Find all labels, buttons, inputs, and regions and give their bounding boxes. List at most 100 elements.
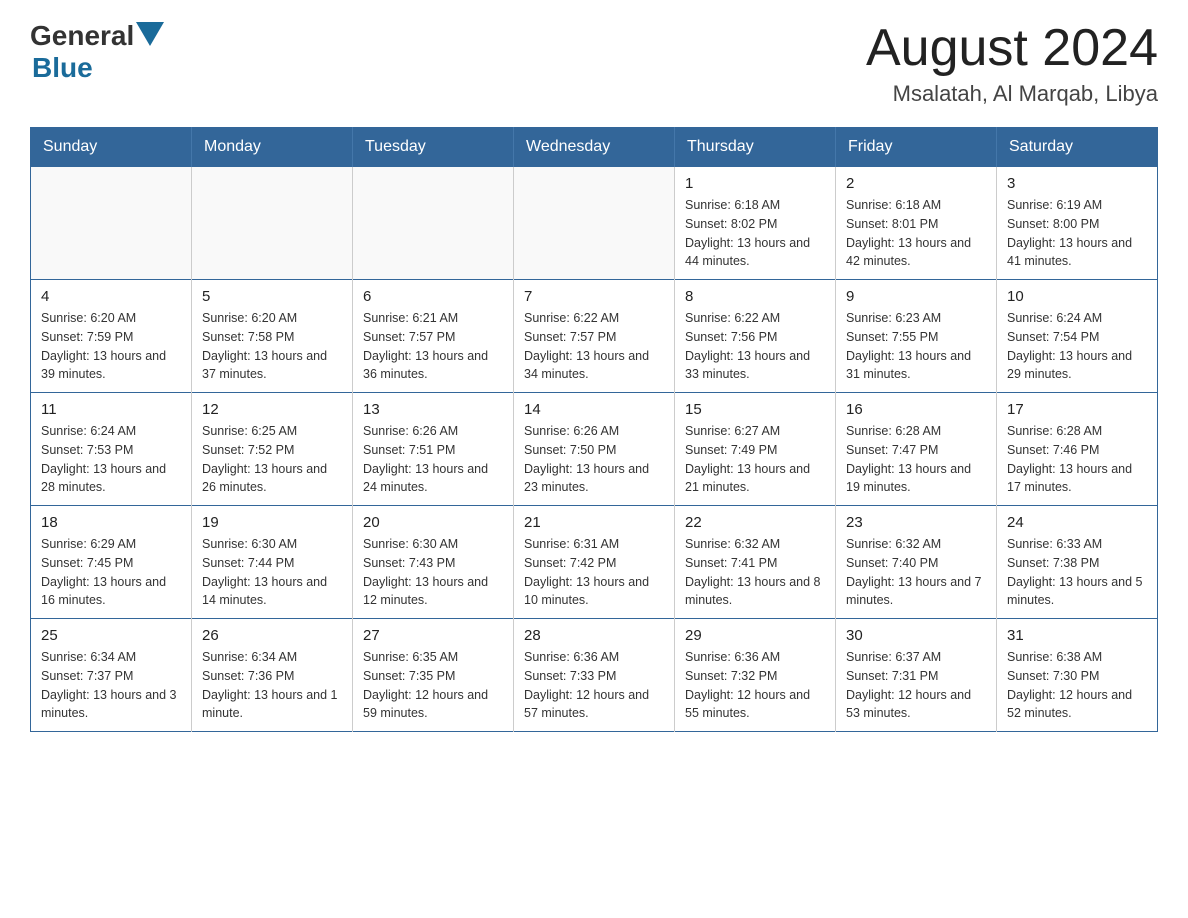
calendar-cell: 17 Sunrise: 6:28 AMSunset: 7:46 PMDayligh… (997, 393, 1158, 506)
day-number: 19 (202, 514, 342, 531)
calendar-cell: 10Sunrise: 6:24 AMSunset: 7:54 PMDayligh… (997, 280, 1158, 393)
calendar-week-row: 25 Sunrise: 6:34 AMSunset: 7:37 PMDayligh… (31, 619, 1158, 732)
calendar-cell: 6 Sunrise: 6:21 AMSunset: 7:57 PMDaylight… (353, 280, 514, 393)
logo: General Blue (30, 20, 164, 84)
day-number: 9 (846, 288, 986, 305)
day-number: 20 (363, 514, 503, 531)
logo-general-text: General (30, 20, 134, 52)
day-number: 2 (846, 175, 986, 192)
day-info: Sunrise: 6:28 AMSunset: 7:46 PMDaylight:… (1007, 422, 1147, 497)
calendar-cell: 1 Sunrise: 6:18 AMSunset: 8:02 PMDaylight… (675, 167, 836, 280)
calendar-cell: 24 Sunrise: 6:33 AMSunset: 7:38 PMDayligh… (997, 506, 1158, 619)
day-number: 1 (685, 175, 825, 192)
day-number: 22 (685, 514, 825, 531)
day-number: 18 (41, 514, 181, 531)
calendar-cell (514, 167, 675, 280)
day-info: Sunrise: 6:30 AMSunset: 7:43 PMDaylight:… (363, 535, 503, 610)
day-number: 6 (363, 288, 503, 305)
day-info: Sunrise: 6:36 AMSunset: 7:33 PMDaylight:… (524, 648, 664, 723)
day-number: 29 (685, 627, 825, 644)
day-info: Sunrise: 6:33 AMSunset: 7:38 PMDaylight:… (1007, 535, 1147, 610)
day-number: 12 (202, 401, 342, 418)
day-info: Sunrise: 6:26 AMSunset: 7:50 PMDaylight:… (524, 422, 664, 497)
day-info: Sunrise: 6:35 AMSunset: 7:35 PMDaylight:… (363, 648, 503, 723)
day-number: 8 (685, 288, 825, 305)
header-friday: Friday (836, 128, 997, 167)
calendar-cell: 7 Sunrise: 6:22 AMSunset: 7:57 PMDaylight… (514, 280, 675, 393)
calendar-cell: 20 Sunrise: 6:30 AMSunset: 7:43 PMDayligh… (353, 506, 514, 619)
calendar-cell: 16Sunrise: 6:28 AMSunset: 7:47 PMDayligh… (836, 393, 997, 506)
day-info: Sunrise: 6:30 AMSunset: 7:44 PMDaylight:… (202, 535, 342, 610)
calendar-cell: 19 Sunrise: 6:30 AMSunset: 7:44 PMDayligh… (192, 506, 353, 619)
calendar-cell: 18 Sunrise: 6:29 AMSunset: 7:45 PMDayligh… (31, 506, 192, 619)
day-info: Sunrise: 6:22 AMSunset: 7:56 PMDaylight:… (685, 309, 825, 384)
calendar-cell: 2 Sunrise: 6:18 AMSunset: 8:01 PMDaylight… (836, 167, 997, 280)
day-number: 15 (685, 401, 825, 418)
day-number: 11 (41, 401, 181, 418)
calendar-cell: 27 Sunrise: 6:35 AMSunset: 7:35 PMDayligh… (353, 619, 514, 732)
calendar-week-row: 11 Sunrise: 6:24 AMSunset: 7:53 PMDayligh… (31, 393, 1158, 506)
calendar-subtitle: Msalatah, Al Marqab, Libya (866, 81, 1158, 107)
day-number: 3 (1007, 175, 1147, 192)
calendar-cell: 28Sunrise: 6:36 AMSunset: 7:33 PMDayligh… (514, 619, 675, 732)
calendar-cell: 11 Sunrise: 6:24 AMSunset: 7:53 PMDayligh… (31, 393, 192, 506)
day-number: 23 (846, 514, 986, 531)
calendar-cell: 25 Sunrise: 6:34 AMSunset: 7:37 PMDayligh… (31, 619, 192, 732)
day-info: Sunrise: 6:37 AMSunset: 7:31 PMDaylight:… (846, 648, 986, 723)
title-area: August 2024 Msalatah, Al Marqab, Libya (866, 20, 1158, 107)
day-number: 10 (1007, 288, 1147, 305)
day-number: 21 (524, 514, 664, 531)
day-info: Sunrise: 6:28 AMSunset: 7:47 PMDaylight:… (846, 422, 986, 497)
day-number: 31 (1007, 627, 1147, 644)
day-number: 14 (524, 401, 664, 418)
day-number: 27 (363, 627, 503, 644)
day-info: Sunrise: 6:32 AMSunset: 7:41 PMDaylight:… (685, 535, 825, 610)
calendar-cell: 22 Sunrise: 6:32 AMSunset: 7:41 PMDayligh… (675, 506, 836, 619)
calendar-cell: 4Sunrise: 6:20 AMSunset: 7:59 PMDaylight… (31, 280, 192, 393)
day-info: Sunrise: 6:26 AMSunset: 7:51 PMDaylight:… (363, 422, 503, 497)
day-info: Sunrise: 6:34 AMSunset: 7:36 PMDaylight:… (202, 648, 342, 723)
calendar-cell: 12 Sunrise: 6:25 AMSunset: 7:52 PMDayligh… (192, 393, 353, 506)
day-info: Sunrise: 6:32 AMSunset: 7:40 PMDaylight:… (846, 535, 986, 610)
day-info: Sunrise: 6:29 AMSunset: 7:45 PMDaylight:… (41, 535, 181, 610)
calendar-week-row: 1 Sunrise: 6:18 AMSunset: 8:02 PMDaylight… (31, 167, 1158, 280)
calendar-cell: 31 Sunrise: 6:38 AMSunset: 7:30 PMDayligh… (997, 619, 1158, 732)
day-number: 17 (1007, 401, 1147, 418)
day-info: Sunrise: 6:24 AMSunset: 7:53 PMDaylight:… (41, 422, 181, 497)
day-info: Sunrise: 6:25 AMSunset: 7:52 PMDaylight:… (202, 422, 342, 497)
calendar-cell: 13 Sunrise: 6:26 AMSunset: 7:51 PMDayligh… (353, 393, 514, 506)
day-info: Sunrise: 6:34 AMSunset: 7:37 PMDaylight:… (41, 648, 181, 723)
day-info: Sunrise: 6:22 AMSunset: 7:57 PMDaylight:… (524, 309, 664, 384)
calendar-table: SundayMondayTuesdayWednesdayThursdayFrid… (30, 127, 1158, 732)
header-saturday: Saturday (997, 128, 1158, 167)
day-number: 30 (846, 627, 986, 644)
calendar-cell: 9 Sunrise: 6:23 AMSunset: 7:55 PMDaylight… (836, 280, 997, 393)
calendar-title: August 2024 (866, 20, 1158, 77)
calendar-cell: 3 Sunrise: 6:19 AMSunset: 8:00 PMDaylight… (997, 167, 1158, 280)
calendar-week-row: 18 Sunrise: 6:29 AMSunset: 7:45 PMDayligh… (31, 506, 1158, 619)
page-header: General Blue August 2024 Msalatah, Al Ma… (30, 20, 1158, 107)
day-number: 26 (202, 627, 342, 644)
day-info: Sunrise: 6:23 AMSunset: 7:55 PMDaylight:… (846, 309, 986, 384)
day-info: Sunrise: 6:20 AMSunset: 7:59 PMDaylight:… (41, 309, 181, 384)
day-number: 24 (1007, 514, 1147, 531)
day-info: Sunrise: 6:21 AMSunset: 7:57 PMDaylight:… (363, 309, 503, 384)
day-info: Sunrise: 6:38 AMSunset: 7:30 PMDaylight:… (1007, 648, 1147, 723)
calendar-cell: 23 Sunrise: 6:32 AMSunset: 7:40 PMDayligh… (836, 506, 997, 619)
header-sunday: Sunday (31, 128, 192, 167)
day-number: 25 (41, 627, 181, 644)
calendar-cell (192, 167, 353, 280)
day-number: 5 (202, 288, 342, 305)
day-number: 7 (524, 288, 664, 305)
calendar-cell: 21Sunrise: 6:31 AMSunset: 7:42 PMDayligh… (514, 506, 675, 619)
day-info: Sunrise: 6:18 AMSunset: 8:02 PMDaylight:… (685, 196, 825, 271)
header-tuesday: Tuesday (353, 128, 514, 167)
calendar-cell (353, 167, 514, 280)
day-info: Sunrise: 6:19 AMSunset: 8:00 PMDaylight:… (1007, 196, 1147, 271)
day-info: Sunrise: 6:27 AMSunset: 7:49 PMDaylight:… (685, 422, 825, 497)
day-info: Sunrise: 6:20 AMSunset: 7:58 PMDaylight:… (202, 309, 342, 384)
day-number: 13 (363, 401, 503, 418)
calendar-cell: 8 Sunrise: 6:22 AMSunset: 7:56 PMDaylight… (675, 280, 836, 393)
day-info: Sunrise: 6:18 AMSunset: 8:01 PMDaylight:… (846, 196, 986, 271)
calendar-cell (31, 167, 192, 280)
